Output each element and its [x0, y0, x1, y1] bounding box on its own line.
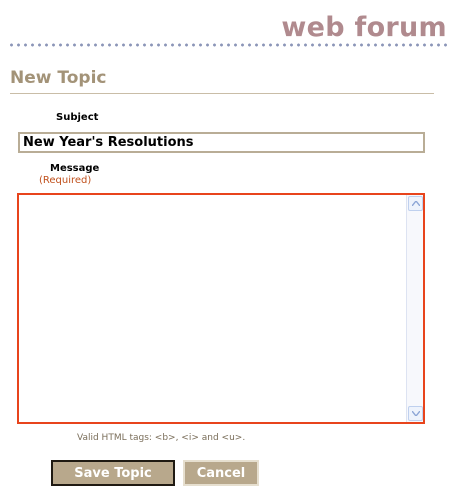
cancel-button[interactable]: Cancel — [183, 460, 259, 486]
message-textarea[interactable] — [19, 195, 406, 422]
required-note: (Required) — [39, 175, 92, 186]
html-tags-help: Valid HTML tags: <b>, <i> and <u>. — [77, 433, 246, 443]
message-label: Message — [50, 163, 100, 174]
title-divider — [10, 93, 434, 94]
header-divider — [8, 43, 448, 47]
scroll-down-icon[interactable] — [408, 406, 423, 421]
save-topic-button[interactable]: Save Topic — [51, 460, 175, 486]
page-title: New Topic — [10, 68, 107, 88]
site-logo-text: web forum — [281, 12, 447, 43]
message-scrollbar[interactable] — [406, 195, 423, 422]
message-field — [17, 193, 425, 424]
scroll-up-icon[interactable] — [408, 196, 423, 211]
subject-label: Subject — [56, 112, 99, 123]
subject-input[interactable] — [18, 132, 425, 153]
